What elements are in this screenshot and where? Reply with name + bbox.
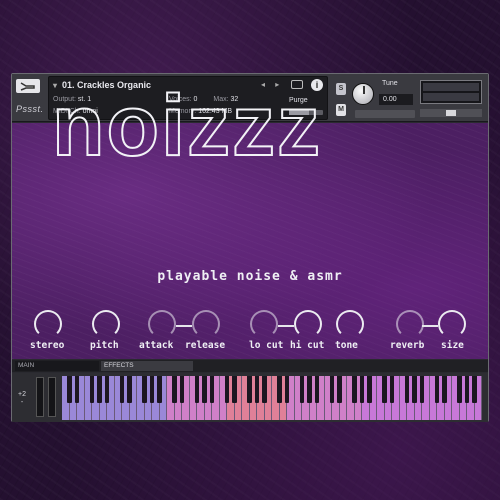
black-key[interactable] — [434, 376, 440, 403]
black-key[interactable] — [254, 376, 260, 403]
knob-release[interactable] — [192, 310, 220, 338]
piano-keyboard[interactable] — [62, 376, 482, 420]
black-key[interactable] — [359, 376, 365, 403]
black-key[interactable] — [232, 376, 237, 403]
knob-hi-cut[interactable] — [294, 310, 322, 338]
wrench-icon — [20, 82, 35, 91]
panel-tabs: MAIN EFFECTS — [12, 360, 488, 372]
black-key[interactable] — [67, 376, 72, 403]
mod-wheel[interactable] — [48, 377, 56, 417]
knob-lo-cut[interactable] — [250, 310, 278, 338]
knob-reverb[interactable] — [396, 310, 424, 338]
black-key[interactable] — [382, 376, 387, 403]
tab-effects[interactable]: EFFECTS — [101, 361, 193, 371]
pan-slider[interactable] — [420, 109, 482, 117]
knob-tone[interactable] — [336, 310, 364, 338]
product-tagline: playable noise & asmr — [157, 269, 343, 284]
black-key[interactable] — [224, 376, 230, 403]
black-key[interactable] — [74, 376, 80, 403]
keyboard-area: +2 - — [12, 373, 488, 422]
knob-label-release: release — [185, 340, 226, 351]
black-key[interactable] — [97, 376, 102, 403]
tune-value[interactable]: 0.00 — [379, 94, 413, 105]
solo-button[interactable]: S — [336, 83, 346, 95]
black-key[interactable] — [262, 376, 267, 403]
black-key[interactable] — [352, 376, 357, 403]
knob-stereo[interactable] — [34, 310, 62, 338]
black-key[interactable] — [464, 376, 470, 403]
black-key[interactable] — [127, 376, 132, 403]
black-key[interactable] — [277, 376, 282, 403]
level-meter — [420, 80, 482, 104]
product-logo: noizzz — [51, 78, 322, 174]
knob-size[interactable] — [438, 310, 466, 338]
black-key[interactable] — [472, 376, 477, 403]
knob-label-hi-cut: hi cut — [290, 340, 325, 351]
knob-label-size: size — [441, 340, 464, 351]
black-key[interactable] — [367, 376, 372, 403]
black-key[interactable] — [412, 376, 417, 403]
black-key[interactable] — [194, 376, 200, 403]
octave-dash: - — [20, 399, 24, 406]
tune-label: Tune — [382, 80, 398, 87]
black-key[interactable] — [119, 376, 125, 403]
black-key[interactable] — [314, 376, 320, 403]
pitch-wheel[interactable] — [36, 377, 44, 417]
mute-button[interactable]: M — [336, 104, 346, 116]
knob-label-tone: tone — [335, 340, 358, 351]
tab-main[interactable]: MAIN — [15, 361, 99, 371]
knob-label-lo-cut: lo cut — [249, 340, 284, 351]
black-key[interactable] — [89, 376, 95, 403]
black-key[interactable] — [247, 376, 252, 403]
aux-slider[interactable] — [355, 110, 415, 118]
black-key[interactable] — [209, 376, 215, 403]
knob-link-line — [422, 325, 438, 327]
black-key[interactable] — [157, 376, 162, 403]
black-key[interactable] — [457, 376, 462, 403]
knob-link-line — [176, 325, 192, 327]
octave-value: +2 — [18, 391, 26, 398]
knob-label-stereo: stereo — [30, 340, 65, 351]
black-key[interactable] — [179, 376, 185, 403]
black-key[interactable] — [299, 376, 305, 403]
black-key[interactable] — [337, 376, 342, 403]
tune-knob[interactable] — [352, 83, 374, 105]
black-key[interactable] — [307, 376, 312, 403]
knob-label-reverb: reverb — [390, 340, 425, 351]
black-key[interactable] — [149, 376, 155, 403]
brand-logo: Pssst. — [16, 104, 44, 114]
knob-attack[interactable] — [148, 310, 176, 338]
black-key[interactable] — [142, 376, 147, 403]
black-key[interactable] — [104, 376, 110, 403]
knob-label-attack: attack — [139, 340, 174, 351]
wrench-button[interactable] — [16, 79, 40, 93]
black-key[interactable] — [404, 376, 410, 403]
octave-shift[interactable]: +2 - — [16, 391, 28, 407]
black-key[interactable] — [329, 376, 335, 403]
black-key[interactable] — [202, 376, 207, 403]
knob-label-pitch: pitch — [90, 340, 119, 351]
knob-pitch[interactable] — [92, 310, 120, 338]
black-key[interactable] — [284, 376, 290, 403]
black-key[interactable] — [442, 376, 447, 403]
black-key[interactable] — [419, 376, 425, 403]
black-key[interactable] — [389, 376, 395, 403]
black-key[interactable] — [172, 376, 177, 403]
knob-link-line — [278, 325, 294, 327]
